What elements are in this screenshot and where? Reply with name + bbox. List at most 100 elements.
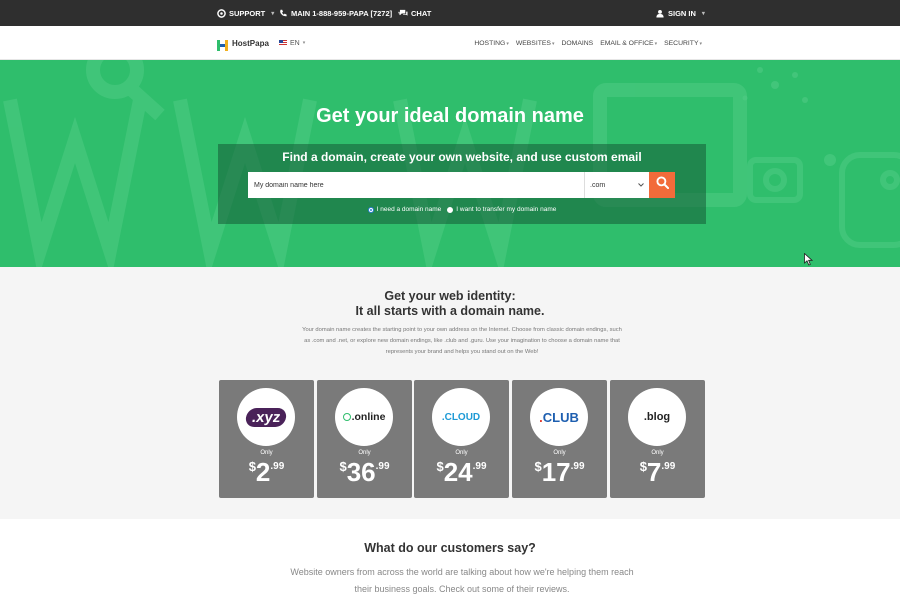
price-dollars: 7 [646, 457, 662, 487]
price-cents: .99 [472, 461, 487, 472]
search-mode-radios: I need a domain name I want to transfer … [218, 206, 706, 213]
price-dollars: 24 [443, 457, 473, 487]
price-currency: $ [639, 459, 647, 474]
domain-logo-circle: .blog [628, 388, 686, 446]
tld-select-value: .com [590, 181, 606, 189]
cloud-logo: .CLOUD [441, 411, 481, 423]
hero-section: Get your ideal domain name Find a domain… [0, 60, 900, 267]
nav-hosting-label: HOSTING [474, 39, 506, 47]
price-cents: .99 [270, 461, 285, 472]
testimonials-heading: What do our customers say? [364, 541, 536, 555]
us-flag-icon [279, 40, 287, 46]
price-cents: .99 [375, 461, 390, 472]
radio-transfer-domain[interactable]: I want to transfer my domain name [447, 206, 556, 213]
online-logo: .online [342, 411, 385, 423]
chat-label: CHAT [411, 8, 432, 18]
nav-websites[interactable]: WEBSITES▾ [516, 40, 555, 47]
domains-section: Get your web identity: It all starts wit… [0, 267, 900, 519]
price-cents: .99 [570, 461, 585, 472]
domain-card-online[interactable]: .online Only $36.99 [317, 380, 412, 498]
price-dollars: 36 [346, 457, 376, 487]
domain-price: $17.99 [512, 457, 607, 488]
chevron-down-icon: ▾ [551, 40, 555, 47]
language-selector[interactable]: EN ▾ [279, 37, 305, 49]
phone-icon [279, 9, 288, 18]
domains-heading-line2: It all starts with a domain name. [355, 304, 545, 318]
testimonials-section: What do our customers say? Website owner… [0, 519, 900, 600]
price-cents: .99 [661, 461, 676, 472]
nav-security-label: SECURITY [664, 39, 699, 47]
support-menu[interactable]: SUPPORT ▾ [217, 0, 274, 26]
support-icon [217, 8, 226, 18]
search-button[interactable] [649, 172, 675, 198]
price-only-label: Only [358, 450, 371, 456]
testimonials-description: Website owners from across the world are… [290, 567, 634, 594]
price-only-label: Only [553, 450, 566, 456]
radio-selected-indicator [367, 206, 374, 213]
domain-logo-circle: .xyz [237, 388, 295, 446]
price-dollars: 2 [255, 457, 271, 487]
chat-link[interactable]: CHAT [399, 0, 431, 26]
domain-price: $36.99 [317, 457, 412, 488]
domain-price: $7.99 [610, 457, 705, 488]
chevron-down-icon: ▾ [654, 40, 658, 47]
nav-domains-label: DOMAINS [561, 39, 594, 47]
domain-card-xyz[interactable]: .xyz Only $2.99 [219, 380, 314, 498]
search-panel-title: Find a domain, create your own website, … [282, 150, 642, 164]
domain-card-blog[interactable]: .blog Only $7.99 [610, 380, 705, 498]
tld-select[interactable]: .com [584, 172, 649, 198]
nav-websites-label: WEBSITES [515, 39, 551, 47]
domain-logo-circle: .online [335, 388, 393, 446]
online-globe-icon [342, 413, 351, 421]
domain-logo-circle: .CLUB [530, 388, 588, 446]
domain-price-cards: .xyz Only $2.99 .online Only $36.99 .CLO… [219, 380, 705, 498]
domains-heading-line1: Get your web identity: [384, 289, 516, 303]
chevron-down-icon: ▾ [271, 10, 275, 17]
nav-hosting[interactable]: HOSTING▾ [474, 40, 508, 47]
blog-logo: .blog [643, 411, 671, 423]
search-icon [655, 176, 669, 194]
price-only-label: Only [651, 450, 664, 456]
radio-transfer-domain-label: I want to transfer my domain name [456, 206, 557, 213]
domain-card-club[interactable]: .CLUB Only $17.99 [512, 380, 607, 498]
domains-description: Your domain name creates the starting po… [302, 327, 622, 355]
nav-email-office-label: EMAIL & OFFICE [600, 39, 654, 47]
nav-domains[interactable]: DOMAINS [561, 40, 593, 47]
chevron-down-icon: ▾ [701, 10, 705, 17]
price-dollars: 17 [541, 457, 571, 487]
signin-label: SIGN IN [668, 8, 696, 18]
domain-price: $2.99 [219, 457, 314, 488]
domain-logo-circle: .CLOUD [432, 388, 490, 446]
support-label: SUPPORT [229, 8, 266, 18]
domain-card-cloud[interactable]: .CLOUD Only $24.99 [414, 380, 509, 498]
chevron-down-icon: ▾ [506, 40, 509, 47]
signin-menu[interactable]: SIGN IN ▾ [656, 0, 705, 26]
radio-need-domain[interactable]: I need a domain name [367, 206, 442, 213]
phone-label: MAIN 1-888-959-PAPA [7272] [291, 8, 393, 18]
phone-menu[interactable]: MAIN 1-888-959-PAPA [7272] ▾ [279, 0, 401, 26]
hero-title: Get your ideal domain name [316, 105, 584, 127]
domain-search-input[interactable] [248, 172, 584, 198]
price-currency: $ [436, 459, 444, 474]
club-logo-text: CLUB [542, 409, 579, 425]
main-navbar: HostPapa EN ▾ HOSTING▾ WEBSITES▾ DOMAINS… [0, 26, 900, 60]
nav-security[interactable]: SECURITY▾ [664, 40, 702, 47]
price-currency: $ [534, 459, 542, 474]
domains-heading: Get your web identity: It all starts wit… [0, 289, 900, 319]
chevron-down-icon [638, 182, 644, 189]
hostpapa-logo-icon [217, 38, 228, 51]
domain-price: $24.99 [414, 457, 509, 488]
nav-email-office[interactable]: EMAIL & OFFICE▾ [600, 40, 657, 47]
chevron-down-icon: ▾ [302, 40, 306, 46]
domain-search-panel: Find a domain, create your own website, … [218, 144, 706, 224]
price-currency: $ [248, 459, 256, 474]
brand-logo[interactable]: HostPapa [217, 37, 269, 51]
chevron-down-icon: ▾ [699, 40, 702, 47]
language-label: EN [290, 39, 300, 47]
top-utility-bar: SUPPORT ▾ MAIN 1-888-959-PAPA [7272] ▾ C… [0, 0, 900, 26]
nav-links: HOSTING▾ WEBSITES▾ DOMAINS EMAIL & OFFIC… [474, 26, 702, 60]
user-icon [656, 9, 665, 18]
radio-need-domain-label: I need a domain name [376, 206, 442, 213]
brand-name: HostPapa [232, 38, 269, 48]
xyz-logo: .xyz [244, 407, 288, 427]
